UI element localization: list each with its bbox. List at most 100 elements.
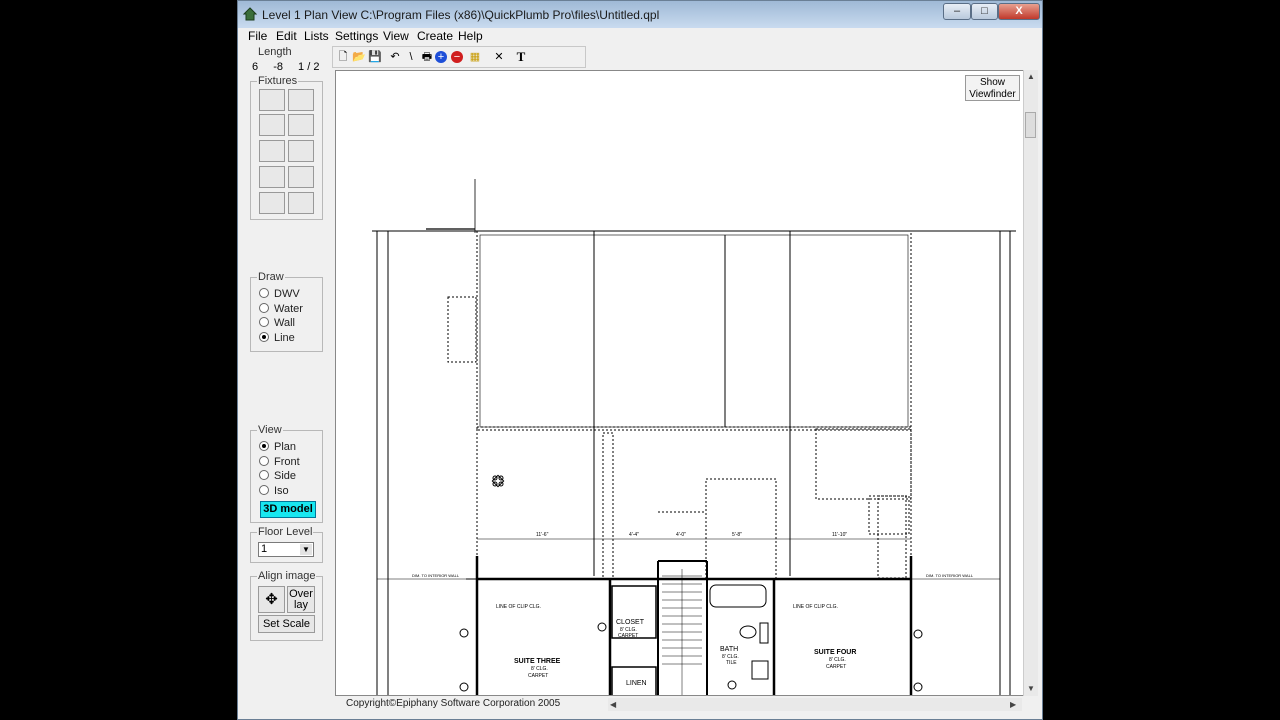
minimize-button[interactable]: –	[943, 3, 971, 20]
menu-file[interactable]: File	[248, 29, 267, 43]
floor-level-select[interactable]: 1 ▼	[258, 542, 314, 557]
show-viewfinder-button[interactable]: Show Viewfinder	[965, 75, 1020, 101]
drawing-canvas[interactable]: SUITE THREE 8' CLG. CARPET SUITE FOUR 8'…	[335, 70, 1025, 696]
radio-label: Iso	[274, 485, 289, 497]
open-folder-icon[interactable]: 📂	[351, 49, 367, 65]
kitchen-sink-fixture-icon[interactable]	[288, 166, 314, 188]
radio-label: Plan	[274, 441, 297, 453]
menu-bar: File Edit Lists Settings View Create Hel…	[241, 28, 1039, 46]
vertical-scroll-thumb[interactable]	[1025, 112, 1036, 138]
radio-icon	[259, 470, 269, 480]
water-heater-fixture-icon[interactable]	[259, 192, 285, 214]
vertical-scrollbar[interactable]: ▲ ▼	[1023, 70, 1038, 696]
menu-create[interactable]: Create	[417, 29, 453, 43]
menu-view[interactable]: View	[383, 29, 409, 43]
menu-edit[interactable]: Edit	[276, 29, 297, 43]
closet-floor: CARPET	[618, 633, 638, 639]
bathtub-fixture-icon[interactable]	[259, 89, 285, 111]
draw-line-radio[interactable]: Line	[259, 332, 295, 344]
scroll-right-icon[interactable]: ▶	[1010, 700, 1016, 709]
app-house-icon	[243, 7, 257, 21]
dimension-d: 5'-8"	[732, 532, 742, 538]
chevron-down-icon: ▼	[300, 544, 312, 555]
menu-settings[interactable]: Settings	[335, 29, 378, 43]
zoom-out-icon[interactable]: −	[451, 51, 463, 63]
urinal-fixture-icon[interactable]	[288, 114, 314, 136]
bath-label: BATH	[720, 646, 738, 653]
dimension-b: 4'-4"	[629, 532, 639, 538]
menu-lists[interactable]: Lists	[304, 29, 329, 43]
radio-label: DWV	[274, 288, 300, 300]
radio-label: Front	[274, 456, 300, 468]
horizontal-scrollbar[interactable]: ◀ ▶	[608, 698, 1022, 711]
suite-three-label: SUITE THREE	[514, 658, 561, 665]
scroll-left-icon[interactable]: ◀	[610, 700, 616, 709]
suite-three-ceiling: 8' CLG.	[531, 666, 548, 672]
suite-four-ceiling: 8' CLG.	[829, 657, 846, 663]
radio-icon	[259, 441, 269, 451]
clip-ceiling-right: LINE OF CLIP CLG.	[793, 604, 838, 610]
lavatory-fixture-icon[interactable]	[259, 140, 285, 162]
new-file-icon[interactable]: 🗋	[335, 49, 351, 65]
view-iso-radio[interactable]: Iso	[259, 485, 289, 497]
suite-three-floor: CARPET	[528, 673, 548, 679]
overlay-button[interactable]: Over lay	[287, 586, 315, 613]
maximize-button[interactable]: □	[971, 3, 998, 20]
menu-help[interactable]: Help	[458, 29, 483, 43]
fixtures-label: Fixtures	[257, 75, 299, 87]
title-bar[interactable]: Level 1 Plan View C:\Program Files (x86)…	[238, 1, 1042, 28]
linen-label: LINEN	[626, 680, 647, 687]
zoom-in-icon[interactable]: +	[435, 51, 447, 63]
floor-level-value: 1	[261, 543, 268, 555]
align-image-label: Align image	[257, 570, 317, 582]
text-tool-icon[interactable]: T	[513, 49, 529, 65]
floor-plan-drawing: SUITE THREE 8' CLG. CARPET SUITE FOUR 8'…	[372, 179, 1016, 695]
dimension-c: 4'-0"	[676, 532, 686, 538]
dimension-a: 11'-6"	[536, 532, 549, 538]
radio-label: Wall	[274, 317, 295, 329]
color-palette-icon[interactable]: ▦	[467, 49, 483, 65]
hose-bib-fixture-icon[interactable]	[259, 114, 285, 136]
radio-icon	[259, 332, 269, 342]
save-icon[interactable]: 💾	[367, 49, 383, 65]
draw-dwv-radio[interactable]: DWV	[259, 288, 300, 300]
radio-icon	[259, 456, 269, 466]
delete-icon[interactable]: ✕	[491, 49, 507, 65]
draw-water-radio[interactable]: Water	[259, 303, 303, 315]
length-fraction: 1 / 2	[298, 61, 320, 73]
interior-wall-right: DIM. TO INTERIOR WALL	[926, 573, 974, 578]
dimension-e: 11'-10"	[832, 532, 847, 538]
scroll-down-icon[interactable]: ▼	[1027, 684, 1035, 693]
view-plan-radio[interactable]: Plan	[259, 441, 296, 453]
bath-floor: TILE	[726, 660, 737, 666]
set-scale-button[interactable]: Set Scale	[258, 615, 315, 633]
suite-four-floor: CARPET	[826, 664, 846, 670]
radio-icon	[259, 288, 269, 298]
view-side-radio[interactable]: Side	[259, 470, 296, 482]
water-closet-fixture-icon[interactable]	[259, 166, 285, 188]
view-front-radio[interactable]: Front	[259, 456, 300, 468]
radio-icon	[259, 485, 269, 495]
scroll-up-icon[interactable]: ▲	[1027, 72, 1035, 81]
line-tool-icon[interactable]: \	[403, 49, 419, 65]
floor-drain-fixture-icon[interactable]	[288, 140, 314, 162]
draw-label: Draw	[257, 271, 285, 283]
view-label: View	[257, 424, 283, 436]
draw-wall-radio[interactable]: Wall	[259, 317, 295, 329]
3d-model-button[interactable]: 3D model	[260, 501, 316, 518]
cleanout-fixture-icon[interactable]	[288, 192, 314, 214]
close-button[interactable]: X	[998, 3, 1040, 20]
copyright-status: Copyright©Epiphany Software Corporation …	[346, 698, 561, 709]
move-image-button[interactable]: ✥	[258, 586, 285, 613]
shower-fixture-icon[interactable]	[288, 89, 314, 111]
toolbar: 🗋 📂 💾 ↶ \ 🖶 + − ▦ ✕ T	[332, 46, 586, 68]
print-icon[interactable]: 🖶	[419, 49, 435, 65]
undo-icon[interactable]: ↶	[387, 49, 403, 65]
window-title: Level 1 Plan View C:\Program Files (x86)…	[262, 8, 660, 22]
viewfinder-line1: Show	[979, 77, 1005, 88]
closet-label: CLOSET	[616, 619, 645, 626]
floor-level-label: Floor Level	[257, 526, 314, 538]
app-window: Level 1 Plan View C:\Program Files (x86)…	[237, 0, 1043, 720]
move-arrows-icon: ✥	[265, 591, 278, 608]
length-inches: -8	[273, 61, 283, 73]
